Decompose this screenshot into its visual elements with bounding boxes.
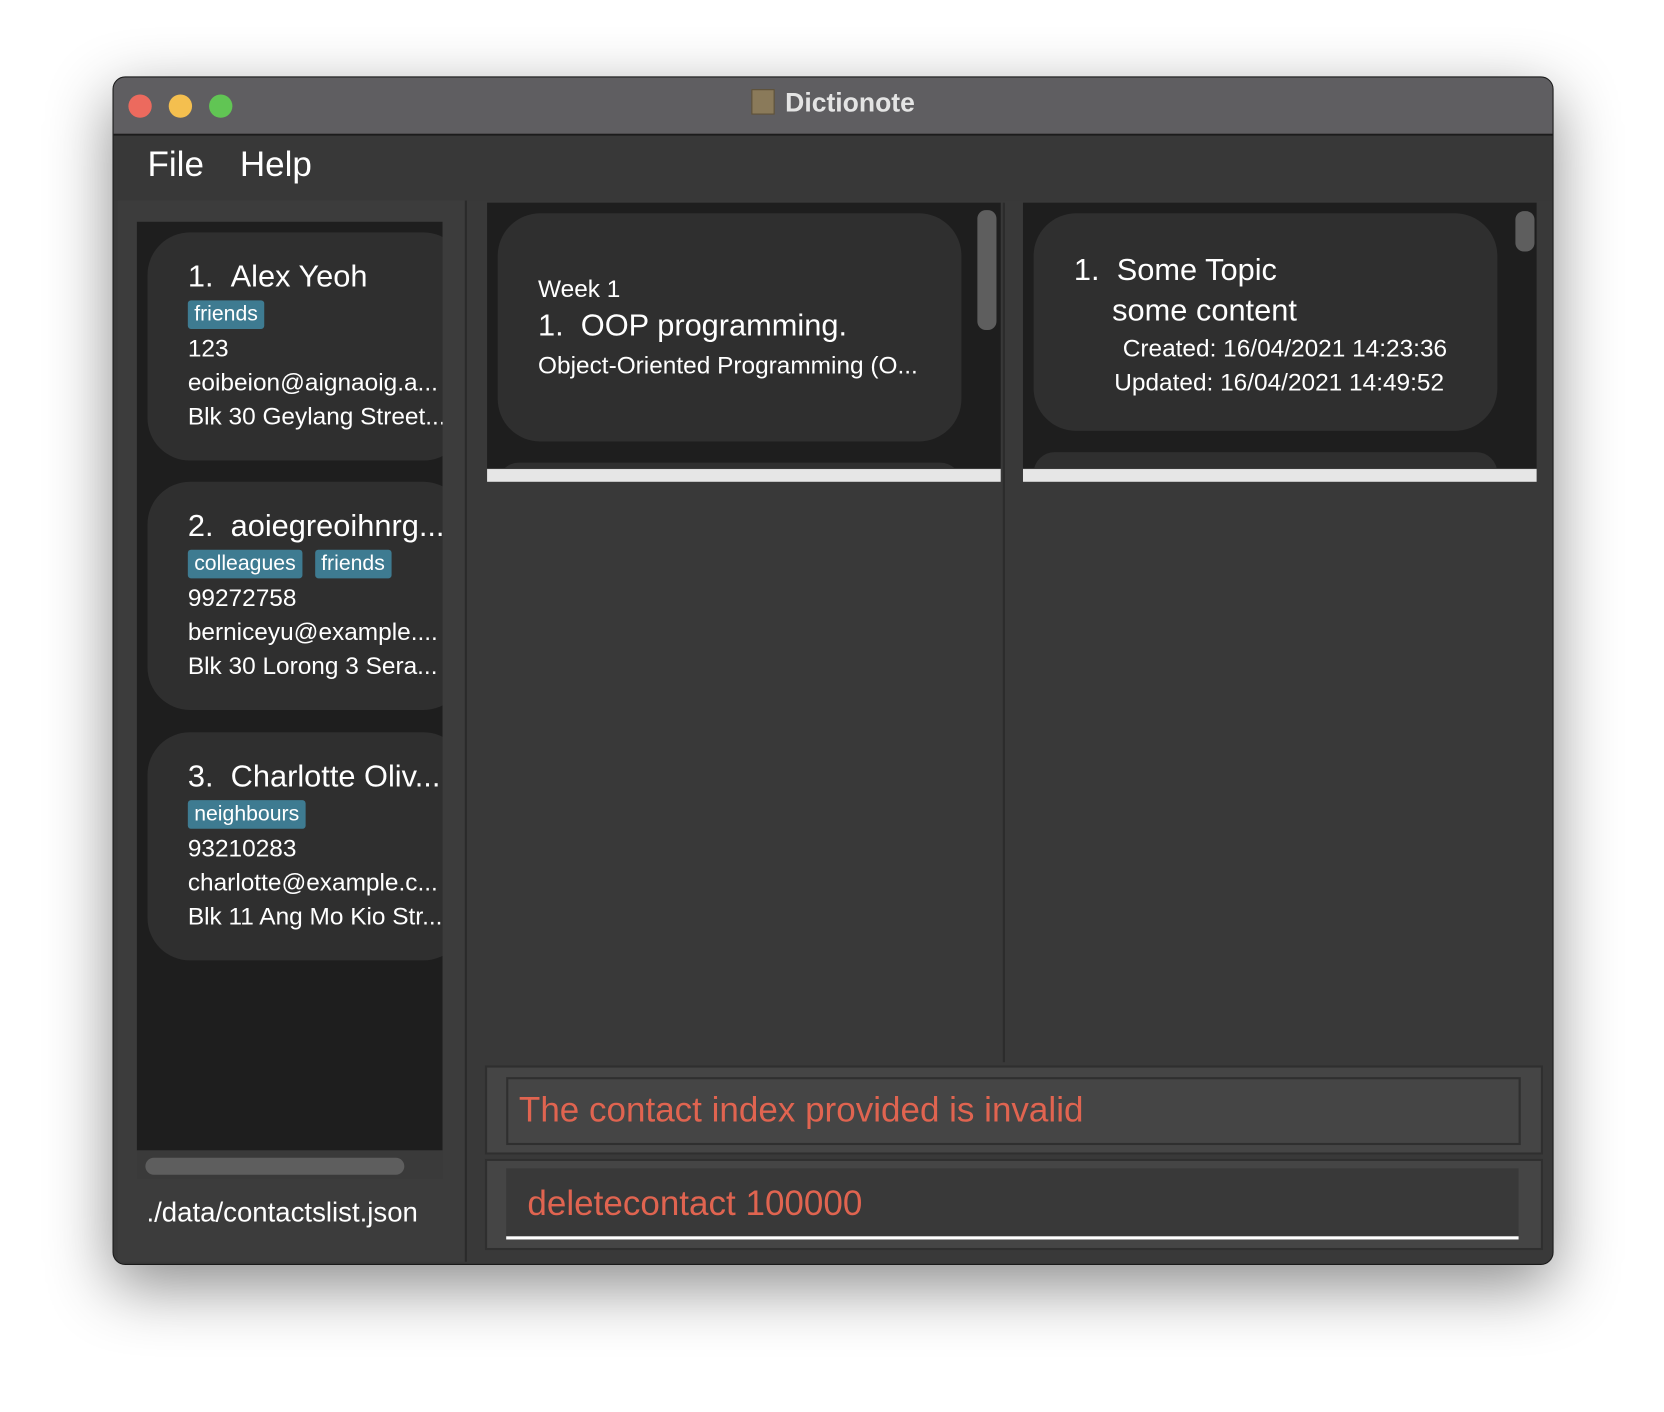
- command-text[interactable]: deletecontact 100000: [527, 1183, 862, 1223]
- note-card[interactable]: [497, 462, 962, 468]
- notes-scrollbar-thumb[interactable]: [977, 210, 997, 331]
- notes-horizontal-scrollbar[interactable]: [487, 469, 1001, 482]
- note-title: 1. OOP programming.: [538, 308, 848, 343]
- dictionary-card[interactable]: 1. Some Topic some content Created: 16/0…: [1033, 213, 1498, 431]
- tag: friends: [314, 549, 392, 579]
- contact-phone: 93210283: [187, 834, 297, 862]
- dictionary-content: some content: [1112, 293, 1297, 328]
- command-box: deletecontact 100000: [484, 1158, 1543, 1251]
- tag: neighbours: [187, 800, 306, 829]
- dictionary-scrollbar-thumb[interactable]: [1515, 211, 1535, 252]
- screenshot: Dictionote File Help 1. Alex Yeoh friend…: [0, 0, 1664, 1412]
- dictionary-topic: 1. Some Topic: [1073, 253, 1277, 288]
- contacts-panel: 1. Alex Yeoh friends 123 eoibeion@aignao…: [117, 200, 467, 1262]
- dictionary-horizontal-scrollbar[interactable]: [1022, 469, 1537, 482]
- contact-email: eoibeion@aignaoig.a...: [187, 368, 438, 396]
- contact-list[interactable]: 1. Alex Yeoh friends 123 eoibeion@aignao…: [136, 221, 443, 1151]
- contact-email: charlotte@example.c...: [187, 868, 438, 896]
- dictionary-list[interactable]: 1. Some Topic some content Created: 16/0…: [1022, 202, 1537, 468]
- window-title-text: Dictionote: [785, 88, 915, 118]
- split-divider[interactable]: [1002, 202, 1005, 1063]
- contact-phone: 99272758: [187, 583, 297, 612]
- title-bar: Dictionote: [113, 77, 1553, 136]
- contact-name: 3. Charlotte Oliv...: [187, 759, 441, 794]
- menu-file[interactable]: File: [148, 144, 204, 184]
- tag: colleagues: [187, 549, 303, 579]
- scrollbar-thumb[interactable]: [145, 1157, 405, 1175]
- contact-card[interactable]: 2. aoiegreoihnrg... colleagues friends 99…: [147, 481, 443, 710]
- result-message: The contact index provided is invalid: [518, 1089, 1084, 1130]
- app-icon: [751, 89, 775, 115]
- contact-name: 2. aoiegreoihnrg...: [187, 509, 443, 544]
- command-input[interactable]: deletecontact 100000: [506, 1168, 1519, 1240]
- contact-address: Blk 11 Ang Mo Kio Str...: [187, 902, 443, 930]
- file-path-status: ./data/contactslist.json: [146, 1195, 418, 1228]
- updated-timestamp: Updated: 16/04/2021 14:49:52: [1114, 368, 1445, 396]
- contact-address: Blk 30 Lorong 3 Sera...: [187, 651, 438, 680]
- window-title: Dictionote: [114, 88, 1553, 119]
- contact-address: Blk 30 Geylang Street...: [187, 402, 443, 430]
- contact-phone: 123: [187, 334, 229, 362]
- contact-name: 1. Alex Yeoh: [187, 259, 368, 294]
- tag: friends: [187, 300, 265, 329]
- contact-card[interactable]: 3. Charlotte Oliv... neighbours 93210283…: [147, 732, 443, 961]
- app-window: Dictionote File Help 1. Alex Yeoh friend…: [112, 76, 1554, 1265]
- notes-list[interactable]: Week 1 1. OOP programming. Object-Orient…: [487, 202, 1001, 468]
- contact-list-scrollbar[interactable]: [136, 1150, 443, 1179]
- note-card[interactable]: Week 1 1. OOP programming. Object-Orient…: [497, 213, 962, 442]
- menu-help[interactable]: Help: [240, 144, 312, 184]
- menu-bar: File Help: [113, 135, 1553, 201]
- note-week: Week 1: [538, 274, 621, 303]
- created-timestamp: Created: 16/04/2021 14:23:36: [1122, 334, 1448, 362]
- contact-card[interactable]: 1. Alex Yeoh friends 123 eoibeion@aignao…: [147, 232, 443, 461]
- dictionary-card[interactable]: [1033, 452, 1498, 468]
- note-content: Object-Oriented Programming (O...: [538, 351, 918, 379]
- result-display: The contact index provided is invalid: [484, 1065, 1543, 1155]
- contact-email: berniceyu@example....: [187, 617, 438, 646]
- result-box: The contact index provided is invalid: [506, 1077, 1521, 1146]
